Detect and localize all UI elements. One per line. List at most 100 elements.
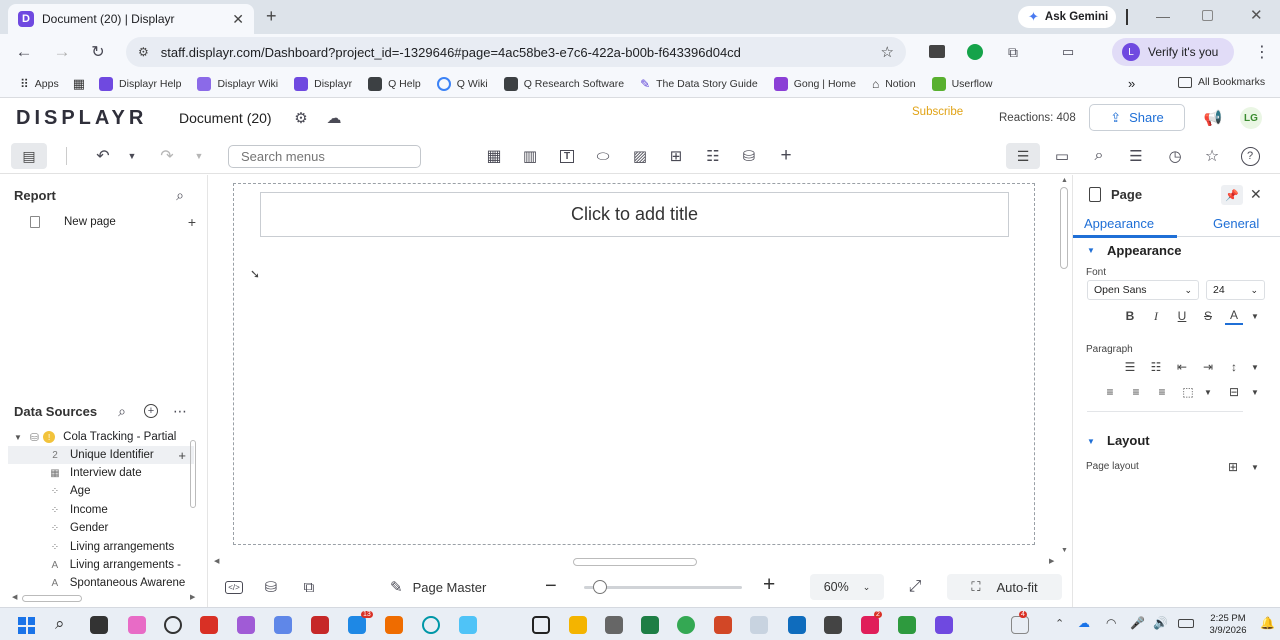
app-icon-yellow[interactable] (569, 616, 587, 634)
bookmark-item[interactable]: Displayr Help (91, 76, 189, 91)
datasource-row[interactable]: ▼ ⛁ ! Cola Tracking - Partial (8, 428, 198, 446)
section-caret-icon[interactable]: ▼ (1087, 246, 1095, 255)
shapes-icon[interactable]: ⬭ (591, 138, 615, 174)
strikethrough-icon[interactable]: S (1199, 307, 1217, 325)
canvas-vertical-scrollbar[interactable] (1060, 187, 1068, 269)
bookmark-star-icon[interactable]: ☆ (881, 43, 894, 61)
app-icon-light[interactable] (750, 616, 768, 634)
page-list-item[interactable]: New page + (8, 212, 200, 232)
section-caret-icon[interactable]: ▼ (1087, 437, 1095, 446)
redo-dropdown-icon[interactable]: ▼ (193, 146, 205, 166)
history-icon[interactable]: ◷ (1163, 138, 1187, 174)
app-icon-dark[interactable] (824, 616, 842, 634)
font-color-dropdown-icon[interactable]: ▼ (1246, 307, 1264, 325)
add-page-icon[interactable]: + (188, 214, 196, 230)
align-left-icon[interactable]: ≡ (1101, 383, 1119, 401)
bookmark-item[interactable]: Gong | Home (766, 76, 864, 91)
bookmark-item[interactable]: Q Research Software (496, 76, 632, 91)
clock-time[interactable]: 2:25 PM (1208, 613, 1248, 624)
bold-icon[interactable]: B (1121, 307, 1139, 325)
scroll-right-icon[interactable]: ▶ (1049, 557, 1054, 565)
increase-indent-icon[interactable]: ⇥ (1199, 358, 1217, 376)
app-icon-orange[interactable] (385, 616, 403, 634)
bookmark-item[interactable]: ⌂ Notion (864, 77, 924, 91)
taskbar-search-icon[interactable]: ⌕ (55, 614, 65, 634)
restore-window-icon[interactable] (1202, 10, 1213, 21)
favorites-star-icon[interactable]: ☆ (1200, 138, 1224, 174)
title-placeholder[interactable]: Click to add title (260, 192, 1009, 237)
calculation-icon[interactable]: ⊞ (664, 138, 688, 174)
add-variable-icon[interactable]: + (178, 448, 186, 463)
close-panel-icon[interactable]: ✕ (1250, 186, 1262, 203)
font-size-select[interactable]: 24 ⌄ (1206, 280, 1265, 300)
app-icon-sky[interactable] (459, 616, 477, 634)
filter-active-button[interactable]: ☰ (1006, 143, 1040, 169)
scroll-down-icon[interactable]: ▼ (1061, 547, 1068, 554)
bookmark-item[interactable]: Q Wiki (429, 76, 496, 91)
back-icon[interactable]: ← (14, 42, 34, 62)
comments-icon[interactable]: ▭ (1050, 138, 1074, 174)
scroll-right-icon[interactable]: ▶ (190, 593, 195, 601)
cloud-save-icon[interactable]: ☁ (324, 108, 344, 128)
canvas-horizontal-scrollbar[interactable] (573, 558, 697, 566)
bullet-list-icon[interactable]: ☰ (1121, 358, 1139, 376)
announcements-megaphone-icon[interactable]: 📢 (1202, 108, 1224, 128)
grammarly-icon[interactable] (967, 44, 983, 60)
border-dropdown-icon[interactable]: ▼ (1199, 383, 1217, 401)
bookmark-item[interactable]: Userflow (924, 76, 1001, 91)
extension-icon-1[interactable] (929, 45, 945, 58)
scroll-up-icon[interactable]: ▲ (1061, 177, 1068, 184)
line-spacing-icon[interactable]: ↕ (1225, 358, 1243, 376)
page-layout-dropdown-icon[interactable]: ▼ (1251, 463, 1259, 472)
toggle-panels-button[interactable]: ▤ (11, 143, 47, 169)
address-bar[interactable]: ⚙ staff.displayr.com/Dashboard?project_i… (126, 37, 906, 67)
powerpoint-icon[interactable] (714, 616, 732, 634)
decrease-indent-icon[interactable]: ⇤ (1173, 358, 1191, 376)
zoom-slider-track[interactable] (584, 586, 742, 589)
task-view-icon[interactable] (90, 616, 108, 634)
app-icon-blue[interactable] (274, 616, 292, 634)
report-search-icon[interactable]: ⌕ (172, 187, 188, 203)
table-icon[interactable]: ▦ (482, 138, 506, 174)
browser-tab[interactable]: D Document (20) | Displayr ✕ (8, 4, 254, 34)
browser-menu-icon[interactable]: ⋮ (1254, 42, 1270, 62)
horizontal-scrollbar[interactable] (22, 595, 82, 602)
text-box-border-icon[interactable]: ⬚ (1179, 383, 1197, 401)
tray-wifi-icon[interactable]: ◠ (1106, 616, 1116, 630)
app-icon-violet[interactable] (935, 616, 953, 634)
data-stack-icon[interactable]: ⛁ (737, 138, 761, 174)
data-sources-search-icon[interactable]: ⌕ (114, 403, 130, 419)
page-layout-grid-icon[interactable]: ⊞ (1228, 460, 1238, 474)
underline-icon[interactable]: U (1173, 307, 1191, 325)
text-box-icon[interactable]: T (555, 138, 579, 174)
data-edit-icon[interactable]: ⛁ (260, 577, 282, 597)
settings-gear-icon[interactable]: ⚙ (291, 108, 311, 128)
new-tab-button[interactable]: + (266, 6, 277, 27)
copilot-icon[interactable] (128, 616, 146, 634)
notion-taskbar-icon[interactable] (532, 616, 550, 634)
reload-icon[interactable]: ↻ (88, 42, 108, 62)
bookmark-item[interactable]: ⠿ Apps (12, 77, 67, 91)
chrome-icon[interactable] (677, 616, 695, 634)
add-data-source-icon[interactable]: + (143, 403, 159, 419)
data-sources-more-icon[interactable]: ⋯ (172, 403, 188, 419)
app-icon-white[interactable] (1011, 616, 1029, 634)
bookmark-item[interactable]: ✎ The Data Story Guide (632, 77, 766, 91)
bookmark-item[interactable]: Q Help (360, 76, 429, 91)
image-icon[interactable]: ▨ (628, 138, 652, 174)
vertical-scrollbar[interactable] (190, 440, 196, 508)
scroll-left-icon[interactable]: ◀ (214, 557, 219, 565)
close-window-icon[interactable]: ✕ (1250, 6, 1263, 24)
site-info-icon[interactable]: ⚙ (138, 45, 149, 59)
zoom-select[interactable]: 60% ⌄ (810, 574, 884, 600)
app-icon-red[interactable] (200, 616, 218, 634)
layout-section-title[interactable]: Layout (1107, 433, 1150, 448)
search-menus-input[interactable] (228, 145, 421, 168)
variable-item[interactable]: ⁘ Gender (8, 519, 194, 537)
app-icon-teal[interactable] (348, 616, 366, 634)
tray-mic-icon[interactable]: 🎤 (1130, 616, 1145, 630)
search-icon[interactable]: ⌕ (1087, 138, 1111, 174)
user-avatar[interactable]: LG (1240, 107, 1262, 129)
undo-dropdown-icon[interactable]: ▼ (126, 146, 138, 166)
minimize-window-icon[interactable]: — (1156, 8, 1170, 24)
